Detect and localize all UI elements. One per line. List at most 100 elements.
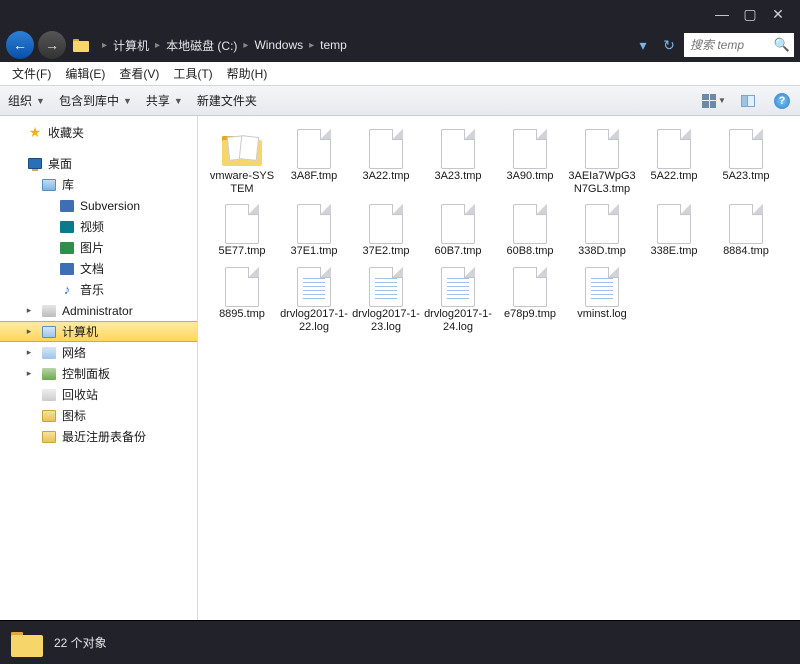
breadcrumb-root-arrow: ▸ bbox=[102, 40, 107, 51]
star-icon: ★ bbox=[26, 124, 44, 142]
menu-view[interactable]: 查看(V) bbox=[113, 63, 165, 84]
tree-videos[interactable]: 视频 bbox=[0, 216, 197, 237]
file-item[interactable]: 338E.tmp bbox=[638, 201, 710, 260]
toolbar: 组织▼ 包含到库中▼ 共享▼ 新建文件夹 ▼ ? bbox=[0, 86, 800, 116]
file-item[interactable]: 37E1.tmp bbox=[278, 201, 350, 260]
tree-folder-icons[interactable]: 图标 bbox=[0, 405, 197, 426]
up-folder-icon[interactable] bbox=[70, 34, 92, 56]
network-icon bbox=[40, 344, 58, 362]
file-item[interactable]: 60B7.tmp bbox=[422, 201, 494, 260]
share-button[interactable]: 共享▼ bbox=[146, 92, 183, 109]
file-item[interactable]: 5E77.tmp bbox=[206, 201, 278, 260]
breadcrumb-seg-2[interactable]: Windows bbox=[250, 36, 307, 54]
minimize-button[interactable]: — bbox=[708, 3, 736, 25]
search-box[interactable]: 🔍 bbox=[684, 33, 794, 57]
organize-button[interactable]: 组织▼ bbox=[8, 92, 45, 109]
file-item[interactable]: 8895.tmp bbox=[206, 264, 278, 335]
file-pane[interactable]: vmware-SYSTEM 3A8F.tmp 3A22.tmp 3A23.tmp3A9… bbox=[198, 116, 800, 620]
file-item[interactable]: vminst.log bbox=[566, 264, 638, 335]
breadcrumb-seg-0[interactable]: 计算机 bbox=[109, 35, 153, 56]
tree-network[interactable]: ▸ 网络 bbox=[0, 342, 197, 363]
chevron-down-icon: ▼ bbox=[123, 96, 132, 106]
breadcrumb-seg-3[interactable]: temp bbox=[316, 36, 351, 54]
file-label: 8884.tmp bbox=[723, 245, 769, 258]
file-label: 5A23.tmp bbox=[722, 170, 769, 183]
tree-favorites[interactable]: ★ 收藏夹 bbox=[0, 122, 197, 143]
file-label: 60B7.tmp bbox=[434, 245, 481, 258]
chevron-down-icon: ▼ bbox=[36, 96, 45, 106]
file-label: drvlog2017-1-22.log bbox=[280, 308, 348, 333]
preview-pane-button[interactable] bbox=[738, 91, 758, 111]
help-button[interactable]: ? bbox=[772, 91, 792, 111]
tree-music[interactable]: ♪ 音乐 bbox=[0, 279, 197, 300]
file-item[interactable]: 5A23.tmp bbox=[710, 126, 782, 197]
include-library-button[interactable]: 包含到库中▼ bbox=[59, 92, 132, 109]
menu-help[interactable]: 帮助(H) bbox=[221, 63, 274, 84]
file-item[interactable]: 3AEIa7WpG3N7GL3.tmp bbox=[566, 126, 638, 197]
file-item[interactable]: 338D.tmp bbox=[566, 201, 638, 260]
log-file-icon bbox=[362, 266, 410, 308]
new-folder-button[interactable]: 新建文件夹 bbox=[197, 92, 257, 109]
maximize-button[interactable]: ▢ bbox=[736, 3, 764, 25]
file-item[interactable]: 3A90.tmp bbox=[494, 126, 566, 197]
breadcrumb[interactable]: ▸ 计算机 ▸ 本地磁盘 (C:) ▸ Windows ▸ temp bbox=[96, 35, 628, 56]
file-label: 3A22.tmp bbox=[362, 170, 409, 183]
file-label: 5E77.tmp bbox=[218, 245, 265, 258]
tree-documents[interactable]: 文档 bbox=[0, 258, 197, 279]
titlebar: — ▢ ✕ bbox=[0, 0, 800, 28]
file-item[interactable]: drvlog2017-1-22.log bbox=[278, 264, 350, 335]
tree-folder-regbak[interactable]: 最近注册表备份 bbox=[0, 426, 197, 447]
search-icon[interactable]: 🔍 bbox=[774, 37, 790, 53]
view-mode-button[interactable]: ▼ bbox=[704, 91, 724, 111]
file-label: drvlog2017-1-24.log bbox=[424, 308, 492, 333]
menu-bar: 文件(F) 编辑(E) 查看(V) 工具(T) 帮助(H) bbox=[0, 62, 800, 86]
tree-libraries[interactable]: 库 bbox=[0, 174, 197, 195]
file-label: 5A22.tmp bbox=[650, 170, 697, 183]
computer-icon bbox=[40, 323, 58, 341]
arrow-right-icon: → bbox=[45, 37, 59, 53]
menu-tools[interactable]: 工具(T) bbox=[167, 63, 218, 84]
file-label: e78p9.tmp bbox=[504, 308, 556, 321]
file-icon bbox=[434, 128, 482, 170]
nav-pane[interactable]: ★ 收藏夹 桌面 库 Subversion 视频 bbox=[0, 116, 198, 620]
file-item[interactable]: vmware-SYSTEM bbox=[206, 126, 278, 197]
search-input[interactable] bbox=[688, 37, 774, 53]
tree-desktop[interactable]: 桌面 bbox=[0, 153, 197, 174]
refresh-button[interactable]: ↻ bbox=[658, 34, 680, 56]
menu-edit[interactable]: 编辑(E) bbox=[59, 63, 111, 84]
tree-pictures[interactable]: 图片 bbox=[0, 237, 197, 258]
recent-dropdown[interactable]: ▾ bbox=[632, 34, 654, 56]
tree-recyclebin[interactable]: 回收站 bbox=[0, 384, 197, 405]
file-item[interactable]: 5A22.tmp bbox=[638, 126, 710, 197]
file-label: 37E1.tmp bbox=[290, 245, 337, 258]
folder-icon bbox=[40, 407, 58, 425]
file-icon bbox=[434, 203, 482, 245]
tree-subversion[interactable]: Subversion bbox=[0, 195, 197, 216]
file-item[interactable]: drvlog2017-1-23.log bbox=[350, 264, 422, 335]
tree-controlpanel[interactable]: ▸ 控制面板 bbox=[0, 363, 197, 384]
file-icon bbox=[578, 128, 626, 170]
file-item[interactable]: 3A22.tmp bbox=[350, 126, 422, 197]
tree-administrator[interactable]: ▸ Administrator bbox=[0, 300, 197, 321]
body: ★ 收藏夹 桌面 库 Subversion 视频 bbox=[0, 116, 800, 620]
file-icon bbox=[722, 203, 770, 245]
status-count: 22 个对象 bbox=[54, 634, 107, 651]
file-item[interactable]: 60B8.tmp bbox=[494, 201, 566, 260]
file-item[interactable]: drvlog2017-1-24.log bbox=[422, 264, 494, 335]
breadcrumb-seg-1[interactable]: 本地磁盘 (C:) bbox=[162, 35, 241, 56]
file-item[interactable]: 3A8F.tmp bbox=[278, 126, 350, 197]
forward-button[interactable]: → bbox=[38, 31, 66, 59]
menu-file[interactable]: 文件(F) bbox=[6, 63, 57, 84]
file-item[interactable]: 37E2.tmp bbox=[350, 201, 422, 260]
file-icon bbox=[362, 203, 410, 245]
close-button[interactable]: ✕ bbox=[764, 3, 792, 25]
user-icon bbox=[40, 302, 58, 320]
back-button[interactable]: ← bbox=[6, 31, 34, 59]
file-label: 3A8F.tmp bbox=[291, 170, 337, 183]
file-item[interactable]: 3A23.tmp bbox=[422, 126, 494, 197]
tree-computer[interactable]: ▸ 计算机 bbox=[0, 321, 197, 342]
help-icon: ? bbox=[774, 93, 790, 109]
file-item[interactable]: e78p9.tmp bbox=[494, 264, 566, 335]
file-label: drvlog2017-1-23.log bbox=[352, 308, 420, 333]
file-item[interactable]: 8884.tmp bbox=[710, 201, 782, 260]
